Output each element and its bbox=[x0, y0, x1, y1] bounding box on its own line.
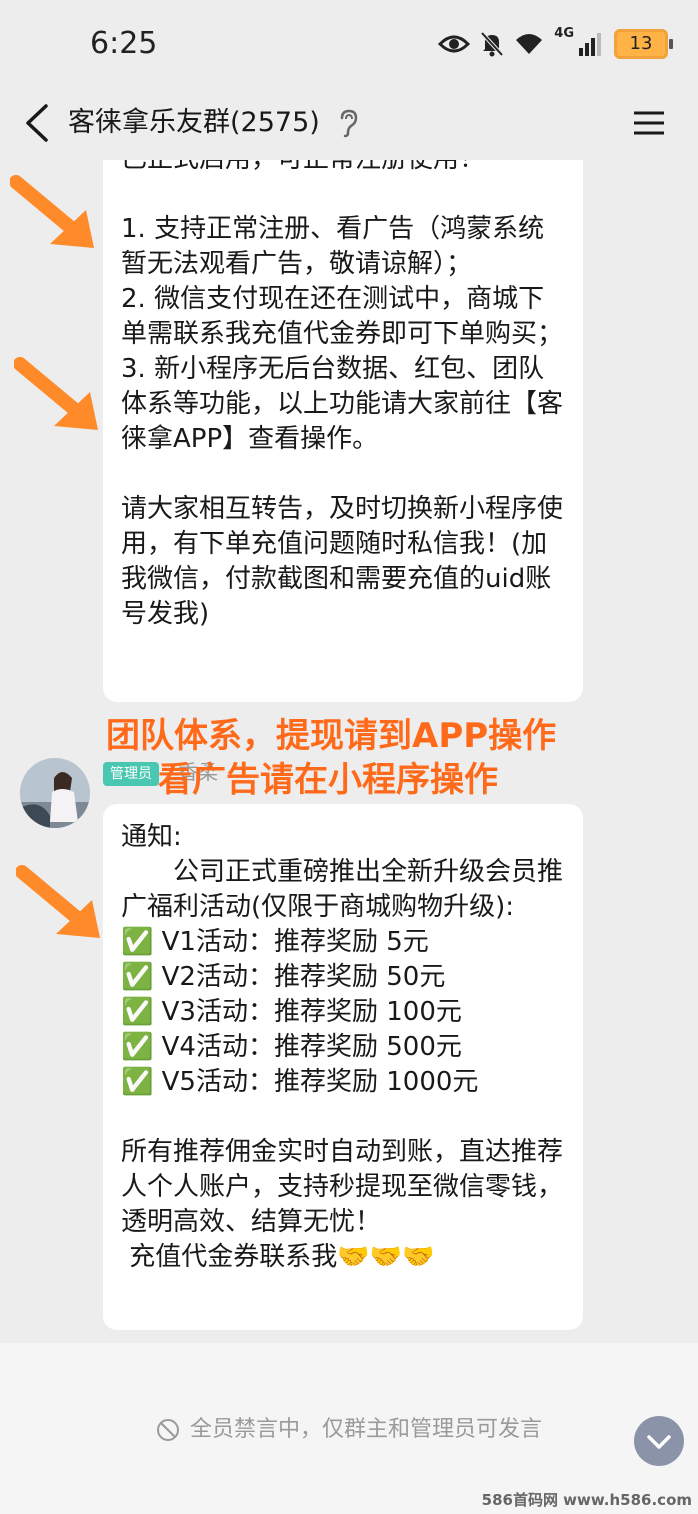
overlay-annotation: 团队体系，提现请到APP操作 bbox=[106, 716, 557, 756]
chevron-down-icon bbox=[647, 1435, 671, 1449]
message-bubble[interactable]: 通知: 公司正式重磅推出全新升级会员推广福利活动(仅限于商城购物升级): ✅ V… bbox=[103, 804, 583, 1330]
mute-bell-icon bbox=[480, 31, 504, 57]
input-bar-muted: 全员禁言中，仅群主和管理员可发言 586首码网 www.h586.com bbox=[0, 1343, 698, 1514]
arrow-icon bbox=[16, 865, 100, 938]
chat-message-list[interactable]: 已正式启用，可正常注册使用！ 1. 支持正常注册、看广告（鸿蒙系统暂无法观看广告… bbox=[0, 160, 698, 1343]
status-icons: 4G 13 bbox=[438, 26, 673, 62]
menu-icon[interactable] bbox=[632, 108, 666, 138]
status-time: 6:25 bbox=[90, 26, 158, 61]
scroll-to-bottom-button[interactable] bbox=[634, 1416, 684, 1466]
wifi-icon bbox=[516, 34, 543, 54]
no-speak-icon bbox=[156, 1419, 179, 1441]
arrow-icon bbox=[10, 175, 94, 248]
battery-icon: 13 bbox=[614, 29, 673, 59]
arrow-icon bbox=[14, 357, 98, 430]
signal-icon bbox=[579, 33, 601, 56]
message-bubble[interactable]: 已正式启用，可正常注册使用！ 1. 支持正常注册、看广告（鸿蒙系统暂无法观看广告… bbox=[103, 160, 583, 702]
ear-icon[interactable] bbox=[336, 108, 360, 138]
status-bar: 6:25 4G 13 bbox=[0, 0, 698, 88]
muted-notice-text: 全员禁言中，仅群主和管理员可发言 bbox=[189, 1417, 542, 1442]
eye-comfort-icon bbox=[438, 35, 471, 53]
chat-title: 客徕拿乐友群(2575) bbox=[68, 107, 320, 138]
muted-notice: 全员禁言中，仅群主和管理员可发言 bbox=[0, 1411, 698, 1443]
chat-header: 客徕拿乐友群(2575) bbox=[0, 88, 698, 160]
back-icon[interactable] bbox=[20, 102, 54, 144]
watermark: 586首码网 www.h586.com bbox=[481, 1491, 692, 1509]
overlay-annotation: 看广告请在小程序操作 bbox=[158, 760, 498, 800]
network-type-label: 4G bbox=[554, 26, 574, 41]
